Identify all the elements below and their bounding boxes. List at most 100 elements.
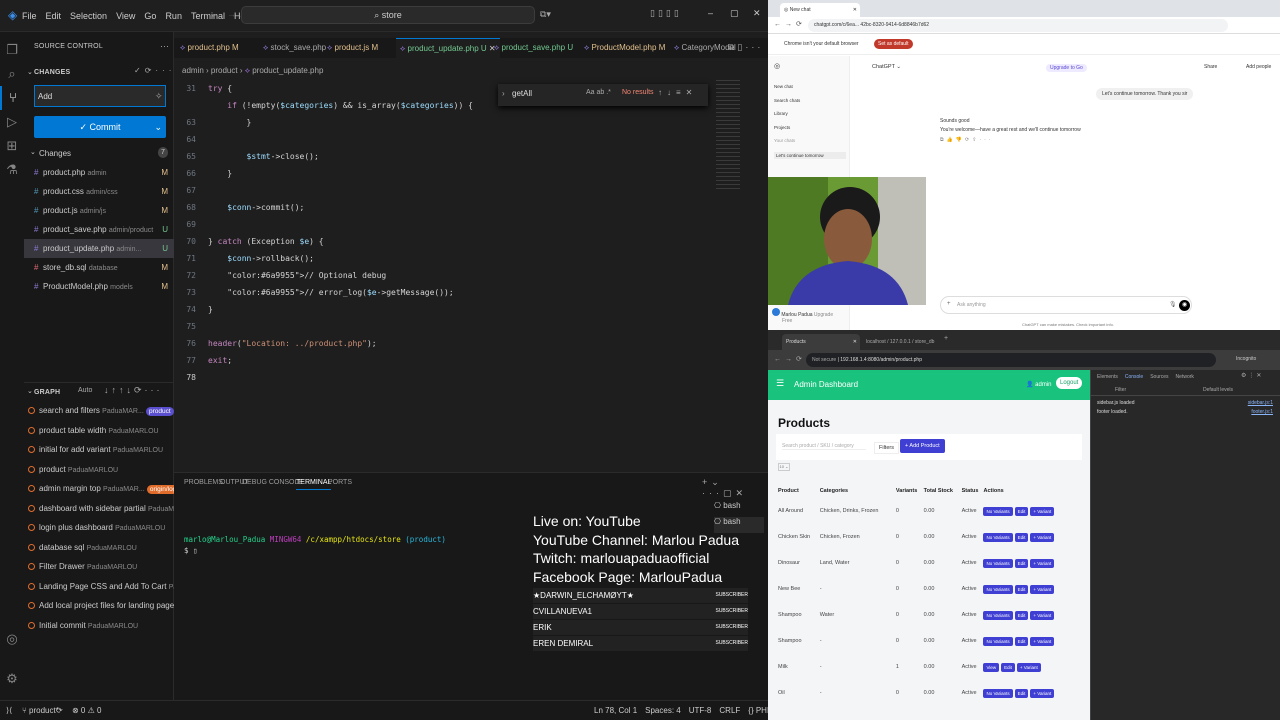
find-input[interactable]: getAll bbox=[512, 89, 532, 98]
graph-actions-icons[interactable]: ↓↑↑↓⟳··· bbox=[104, 385, 163, 396]
editor-tab[interactable]: ⟡ product.js M bbox=[327, 38, 378, 58]
logout-button[interactable]: Logout bbox=[1056, 377, 1083, 389]
devtools-tab[interactable]: Sources bbox=[1150, 374, 1168, 380]
model-selector[interactable]: ChatGPT ⌄ bbox=[872, 64, 901, 70]
changes-group-label[interactable]: Changes bbox=[39, 149, 71, 158]
devtools-tab[interactable]: Console bbox=[1125, 374, 1143, 380]
graph-commit-item[interactable]: search and filters PaduaMAR... product bbox=[28, 401, 174, 420]
chat-sidebar-item[interactable]: Library bbox=[774, 111, 788, 116]
changed-file-item[interactable]: # product_save.php admin/product U bbox=[24, 220, 174, 239]
row-action-button[interactable]: Edit bbox=[1014, 584, 1029, 594]
status-item[interactable]: Ln 78, Col 1 bbox=[594, 706, 637, 715]
status-item[interactable]: Spaces: 4 bbox=[645, 706, 681, 715]
panel-tab[interactable]: PORTS bbox=[328, 479, 352, 486]
row-action-button[interactable]: Edit bbox=[1014, 688, 1029, 698]
changed-file-item[interactable]: # product_update.php admin... U bbox=[24, 239, 174, 258]
graph-commit-item[interactable]: product PaduaMARLOU bbox=[28, 460, 174, 479]
tab-products[interactable]: Products ✕ bbox=[782, 334, 860, 350]
graph-commit-item[interactable]: Landing Page CSS and Add To Cart PaduaM.… bbox=[28, 577, 174, 596]
graph-commit-item[interactable]: admin margin top PaduaMAR... origin/logi… bbox=[28, 479, 174, 498]
changed-file-item[interactable]: # product.css admin/css M bbox=[24, 182, 174, 201]
more-icon[interactable]: ··· bbox=[160, 41, 169, 51]
chat-sidebar-item[interactable]: Let's continue tomorrow bbox=[774, 151, 846, 159]
upgrade-button[interactable]: Upgrade to Go bbox=[1046, 64, 1087, 72]
row-action-button[interactable]: + Variant bbox=[1016, 662, 1041, 672]
changed-file-item[interactable]: # product.php admin M bbox=[24, 163, 174, 182]
plus-icon[interactable]: + bbox=[947, 301, 951, 307]
voice-button[interactable]: ◉ bbox=[1179, 300, 1190, 311]
menu-file[interactable]: File bbox=[22, 11, 37, 21]
code-editor[interactable]: 31 try { if (!empty($categories) && is_ar… bbox=[174, 84, 714, 384]
toggle-replace-icon[interactable]: › bbox=[502, 89, 505, 98]
share-button[interactable]: Share bbox=[1204, 64, 1217, 70]
minimize-icon[interactable]: – bbox=[708, 8, 713, 18]
account-icon[interactable]: ◎ bbox=[0, 627, 24, 651]
row-action-button[interactable]: Edit bbox=[1014, 532, 1029, 542]
row-action-button[interactable]: Edit bbox=[1001, 662, 1015, 672]
graph-commit-item[interactable]: Filter Drawer PaduaMARLOU bbox=[28, 557, 174, 576]
row-action-button[interactable]: + Variant bbox=[1030, 636, 1055, 646]
status-item[interactable]: CRLF bbox=[719, 706, 740, 715]
chatgpt-logo-icon[interactable]: ◎ bbox=[774, 62, 780, 70]
remote-icon[interactable]: ⟩⟨ bbox=[6, 701, 12, 720]
nav-icons[interactable]: ←→⟳ bbox=[774, 20, 806, 28]
search-icon[interactable]: ⌕ bbox=[0, 62, 24, 86]
devtools-tab[interactable]: Network bbox=[1176, 374, 1194, 380]
menu-edit[interactable]: Edit bbox=[46, 11, 62, 21]
row-action-button[interactable]: Edit bbox=[1014, 558, 1029, 568]
status-problems[interactable]: ⊗ 0 ⚠ 0 bbox=[72, 701, 101, 720]
command-center[interactable]: ⌕ store bbox=[241, 6, 535, 24]
tab-phpmyadmin[interactable]: localhost / 127.0.0.1 / store_db bbox=[862, 334, 942, 350]
editor-tab[interactable]: ⟡ CategoryModel bbox=[674, 38, 736, 58]
graph-commit-item[interactable]: initial for add variant PaduaMARLOU bbox=[28, 440, 174, 459]
tab-chatgpt[interactable]: ◎ New chat ✕ bbox=[780, 3, 860, 17]
levels-dropdown[interactable]: Default levels bbox=[1203, 387, 1233, 393]
changed-file-item[interactable]: # ProductModel.php models M bbox=[24, 277, 174, 296]
status-item[interactable]: UTF-8 bbox=[689, 706, 712, 715]
filter-input[interactable]: Filter bbox=[1115, 387, 1126, 393]
chevron-down-icon[interactable]: ⌄ bbox=[30, 148, 36, 156]
chat-sidebar-item[interactable]: New chat bbox=[774, 84, 793, 89]
sparkle-icon[interactable]: ✧ bbox=[155, 91, 163, 102]
commit-button[interactable]: ✓ Commit ⌄ bbox=[34, 116, 166, 138]
chat-sidebar-item[interactable]: Projects bbox=[774, 125, 790, 130]
url-bar[interactable]: chatgpt.com/c/6ea... 42bc-8320-9414-6d88… bbox=[808, 19, 1228, 32]
graph-auto-label[interactable]: Auto bbox=[78, 387, 92, 394]
message-actions-icons[interactable]: ⧉👍👎⟳⇪··· bbox=[940, 137, 1081, 143]
graph-commit-item[interactable]: database sql PaduaMARLOU bbox=[28, 538, 174, 557]
scm-actions-icons[interactable]: ✓⟳··· bbox=[134, 66, 175, 75]
row-action-button[interactable]: View bbox=[983, 662, 1000, 672]
graph-commit-item[interactable]: Add local project files for landing page… bbox=[28, 596, 174, 615]
new-tab-icon[interactable]: + bbox=[944, 335, 948, 342]
row-action-button[interactable]: Edit bbox=[1014, 506, 1029, 516]
row-action-button[interactable]: No Variants bbox=[983, 532, 1013, 542]
menu-terminal[interactable]: Terminal bbox=[191, 11, 225, 21]
graph-commit-item[interactable]: Initial commit PaduaMARLOU bbox=[28, 616, 174, 635]
terminal-output[interactable]: marlo@Marlou_Padua MINGW64 /c/xampp/htdo… bbox=[184, 535, 446, 555]
hamburger-icon[interactable]: ☰ bbox=[776, 378, 784, 389]
sync-icon[interactable]: ⟳ bbox=[56, 701, 63, 720]
row-action-button[interactable]: + Variant bbox=[1030, 610, 1055, 620]
commit-message-input[interactable]: Add ✧ bbox=[34, 85, 166, 107]
editor-tab[interactable]: ⟡ stock_save.php bbox=[263, 38, 326, 58]
row-action-button[interactable]: No Variants bbox=[983, 506, 1013, 516]
row-action-button[interactable]: + Variant bbox=[1030, 688, 1055, 698]
page-size-select[interactable]: 10 ⌄ bbox=[778, 463, 790, 471]
find-nav-icons[interactable]: ↑↓≡✕ bbox=[658, 88, 697, 97]
editor-tab[interactable]: ⟡ product.php M bbox=[180, 38, 239, 58]
menu-selection[interactable]: Selection bbox=[70, 11, 107, 21]
menu-go[interactable]: Go bbox=[144, 11, 156, 21]
settings-gear-icon[interactable]: ⚙ bbox=[0, 667, 24, 691]
nav-forward-icon[interactable]: → bbox=[227, 9, 236, 19]
run-debug-icon[interactable]: ▷ bbox=[0, 110, 24, 134]
close-icon[interactable]: ✕ bbox=[753, 8, 761, 19]
minimap[interactable] bbox=[716, 80, 740, 190]
status-branch[interactable]: ⑂ product* bbox=[22, 701, 59, 720]
row-action-button[interactable]: + Variant bbox=[1030, 558, 1055, 568]
panel-tab[interactable]: TERMINAL bbox=[296, 479, 332, 490]
panel-tab[interactable]: PROBLEMS bbox=[184, 479, 223, 486]
row-action-button[interactable]: + Variant bbox=[1030, 506, 1055, 516]
add-product-button[interactable]: + Add Product bbox=[900, 439, 945, 453]
row-action-button[interactable]: + Variant bbox=[1030, 584, 1055, 594]
devtools-actions-icons[interactable]: ⚙⋮✕ bbox=[1241, 372, 1263, 379]
